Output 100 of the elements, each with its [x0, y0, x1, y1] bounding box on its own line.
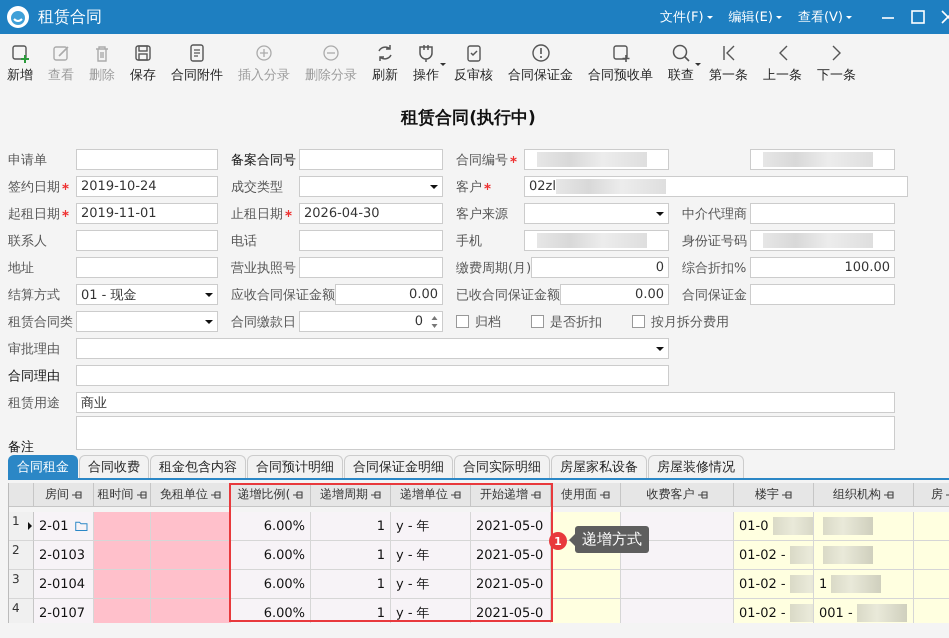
column-header[interactable]: 租时间 [94, 483, 151, 507]
plus-circle-icon [254, 43, 274, 63]
info-icon [530, 43, 550, 63]
input-field[interactable] [750, 203, 895, 224]
input-field[interactable]: 2026-04-30 [299, 203, 443, 224]
maximize-icon[interactable] [910, 9, 926, 25]
field-label: 已收合同保证金额 [456, 286, 560, 304]
field-label: 联系人 [8, 232, 47, 250]
column-header[interactable]: 组织机构 [814, 483, 914, 507]
tab[interactable]: 房屋装修情况 [648, 455, 744, 478]
cell-text: 01-02 - [739, 548, 786, 562]
field-label: 止租日期 [231, 206, 283, 222]
input-field[interactable] [76, 149, 218, 170]
toolbar-button[interactable]: 下一条 [810, 43, 863, 84]
field-label: 审批理由 [8, 340, 60, 358]
redaction-blur [823, 546, 873, 564]
field-label: 营业执照号 [231, 260, 296, 276]
tab[interactable]: 合同保证金明细 [344, 455, 453, 478]
input-field[interactable] [750, 230, 895, 251]
app-logo-icon [6, 5, 30, 29]
caret-icon [776, 16, 782, 18]
number-field[interactable]: 100.00 [750, 257, 895, 278]
row-number: 3 [12, 572, 20, 586]
add-page-icon [610, 43, 630, 63]
menu-item[interactable]: 查看(V) [796, 6, 854, 28]
field-label: 备案合同号 [231, 152, 296, 168]
field-label: 租赁合同类 [8, 314, 73, 330]
toolbar-button[interactable]: 合同预收单 [581, 43, 660, 84]
input-field[interactable] [299, 257, 443, 278]
column-header[interactable]: 递增比例( [231, 483, 311, 507]
menu-item[interactable]: 文件(F) [658, 6, 715, 28]
input-field[interactable] [524, 149, 669, 170]
dropdown[interactable]: 01 - 现金 [76, 284, 218, 305]
tab[interactable]: 合同预计明细 [247, 455, 343, 478]
field-label: 电话 [231, 232, 257, 250]
input-field[interactable] [750, 284, 895, 305]
tab[interactable]: 租金包含内容 [150, 455, 246, 478]
field-label: 合同编号 [456, 152, 508, 168]
dropdown[interactable] [524, 203, 669, 224]
input-field[interactable] [750, 149, 895, 170]
checkbox[interactable]: 按月拆分费用 [632, 312, 729, 330]
input-field[interactable] [76, 257, 218, 278]
toolbar-button[interactable]: 保存 [123, 43, 163, 84]
column-header[interactable]: 房间 [34, 483, 94, 507]
window-title: 租赁合同 [38, 6, 103, 28]
column-header[interactable]: 收费客户 [621, 483, 734, 507]
input-field[interactable]: 2019-10-24 [76, 176, 218, 197]
menu-item[interactable]: 编辑(E) [726, 6, 784, 28]
save-icon [133, 43, 153, 63]
textarea-field[interactable] [76, 416, 895, 450]
toolbar-button[interactable]: 合同附件 [164, 43, 230, 84]
table-cell: 6.00% [231, 570, 311, 599]
column-header[interactable]: 开始递增 [471, 483, 551, 507]
dropdown[interactable] [76, 311, 218, 332]
tab[interactable]: 合同收费 [79, 455, 149, 478]
table-cell: y - 年 [391, 570, 471, 599]
input-field[interactable] [76, 365, 669, 386]
column-header[interactable]: 递增周期 [311, 483, 391, 507]
toolbar-button[interactable]: 反审核 [447, 43, 500, 84]
toolbar-button[interactable]: 操作 [406, 43, 446, 84]
dropdown[interactable] [76, 338, 669, 359]
toolbar-button[interactable]: 新增 [0, 43, 40, 84]
column-header[interactable]: 使用面 [551, 483, 621, 507]
folder-icon[interactable] [74, 519, 88, 533]
input-field[interactable] [299, 149, 443, 170]
input-field[interactable] [299, 230, 443, 251]
checkbox[interactable]: 是否折扣 [531, 312, 602, 330]
tab[interactable]: 合同租金 [8, 455, 78, 478]
input-field[interactable] [524, 230, 669, 251]
toolbar-button[interactable]: 联查 [661, 43, 701, 84]
column-header[interactable]: 免租单位 [151, 483, 231, 507]
column-header[interactable]: 递增单位 [391, 483, 471, 507]
number-field[interactable]: 0.00 [560, 284, 669, 305]
field-label: 申请单 [8, 152, 47, 168]
toolbar-button[interactable]: 第一条 [702, 43, 755, 84]
dropdown[interactable] [299, 176, 443, 197]
caret-icon [205, 320, 213, 324]
field-label: 签约日期 [8, 178, 60, 196]
input-field[interactable]: 02zl [524, 176, 908, 197]
checkbox[interactable]: 归档 [456, 312, 501, 330]
field-label: 成交类型 [231, 178, 283, 196]
close-icon[interactable] [940, 9, 949, 25]
search-icon [671, 43, 691, 63]
toolbar-button[interactable]: 合同保证金 [501, 43, 580, 84]
toolbar-button[interactable]: 上一条 [756, 43, 809, 84]
toolbar-button[interactable]: 刷新 [365, 43, 405, 84]
column-header[interactable]: 楼宇 [734, 483, 814, 507]
spin-arrows-icon [431, 314, 438, 328]
tab[interactable]: 合同实际明细 [454, 455, 550, 478]
spin-field[interactable]: 0 [299, 311, 443, 332]
number-field[interactable]: 0 [531, 257, 669, 278]
input-field[interactable]: 2019-11-01 [76, 203, 218, 224]
cell-text: 1 [819, 576, 828, 592]
field-label: 应收合同保证金额 [231, 286, 335, 304]
column-header[interactable]: 房 [914, 483, 949, 507]
field-label: 合同缴款日 [231, 314, 296, 330]
tab[interactable]: 房屋家私设备 [551, 455, 647, 478]
input-field[interactable]: 商业 [76, 392, 895, 413]
input-field[interactable] [76, 230, 218, 251]
number-field[interactable]: 0.00 [335, 284, 443, 305]
